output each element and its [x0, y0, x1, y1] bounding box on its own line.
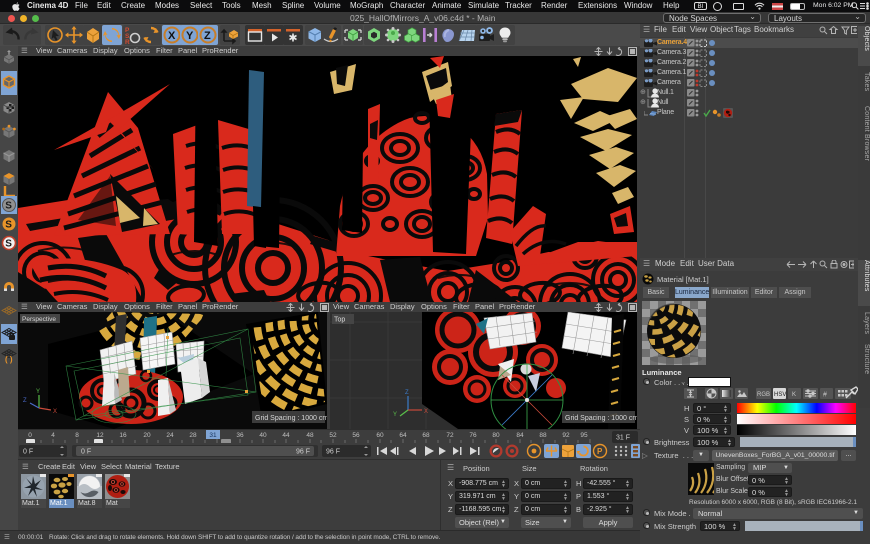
svg-text:( ): ( ) — [5, 355, 13, 364]
svg-text:K: K — [792, 392, 796, 398]
svg-text:S: S — [5, 220, 12, 231]
svg-text:84: 84 — [516, 432, 524, 439]
svg-text:80: 80 — [492, 432, 500, 439]
svg-text:31 F: 31 F — [616, 435, 630, 442]
svg-text:RGB: RGB — [757, 392, 770, 398]
svg-text:0 F: 0 F — [23, 449, 33, 456]
svg-text:X: X — [168, 30, 176, 42]
svg-text:96 F: 96 F — [326, 449, 340, 456]
svg-text:64: 64 — [399, 432, 407, 439]
svg-text:52: 52 — [329, 432, 337, 439]
svg-text:Z: Z — [204, 30, 211, 42]
svg-text:Y: Y — [186, 30, 194, 42]
svg-text:P: P — [597, 447, 603, 456]
svg-text:88: 88 — [539, 432, 547, 439]
svg-text:S: S — [5, 239, 12, 250]
svg-text:68: 68 — [422, 432, 430, 439]
svg-text:0: 0 — [28, 432, 32, 439]
svg-text:8: 8 — [75, 432, 79, 439]
svg-text:S: S — [5, 201, 12, 212]
svg-text:92: 92 — [562, 432, 570, 439]
svg-text:24: 24 — [166, 432, 174, 439]
svg-text:28: 28 — [189, 432, 197, 439]
svg-text:#: # — [823, 392, 827, 399]
svg-text:48: 48 — [306, 432, 314, 439]
svg-text:Grid Spacing : 1000 cm: Grid Spacing : 1000 cm — [255, 415, 327, 422]
svg-text:4: 4 — [51, 432, 55, 439]
svg-text:20: 20 — [143, 432, 151, 439]
svg-text:60: 60 — [376, 432, 384, 439]
svg-text:16: 16 — [119, 432, 127, 439]
svg-text:36: 36 — [236, 432, 244, 439]
svg-text:X: X — [424, 409, 428, 415]
svg-text:Perspective: Perspective — [22, 316, 56, 323]
svg-text:HSV: HSV — [774, 392, 786, 398]
svg-text:Top: Top — [334, 317, 345, 324]
svg-text:31: 31 — [209, 432, 217, 439]
svg-text:40: 40 — [259, 432, 267, 439]
svg-text:X: X — [53, 409, 57, 415]
svg-text:R: R — [125, 39, 130, 45]
svg-text:Z: Z — [405, 390, 409, 396]
svg-text:96 F: 96 F — [296, 449, 310, 456]
svg-text:95: 95 — [580, 432, 588, 439]
svg-text:Z: Z — [23, 398, 27, 404]
svg-text:56: 56 — [352, 432, 360, 439]
svg-text:0 F: 0 F — [81, 449, 91, 456]
svg-text:72: 72 — [446, 432, 454, 439]
svg-text:44: 44 — [282, 432, 290, 439]
svg-text:12: 12 — [96, 432, 104, 439]
svg-text:Y: Y — [36, 389, 40, 395]
svg-text:Y: Y — [393, 412, 397, 418]
svg-text:Grid Spacing : 1000 cm: Grid Spacing : 1000 cm — [565, 415, 637, 422]
svg-text:76: 76 — [469, 432, 477, 439]
